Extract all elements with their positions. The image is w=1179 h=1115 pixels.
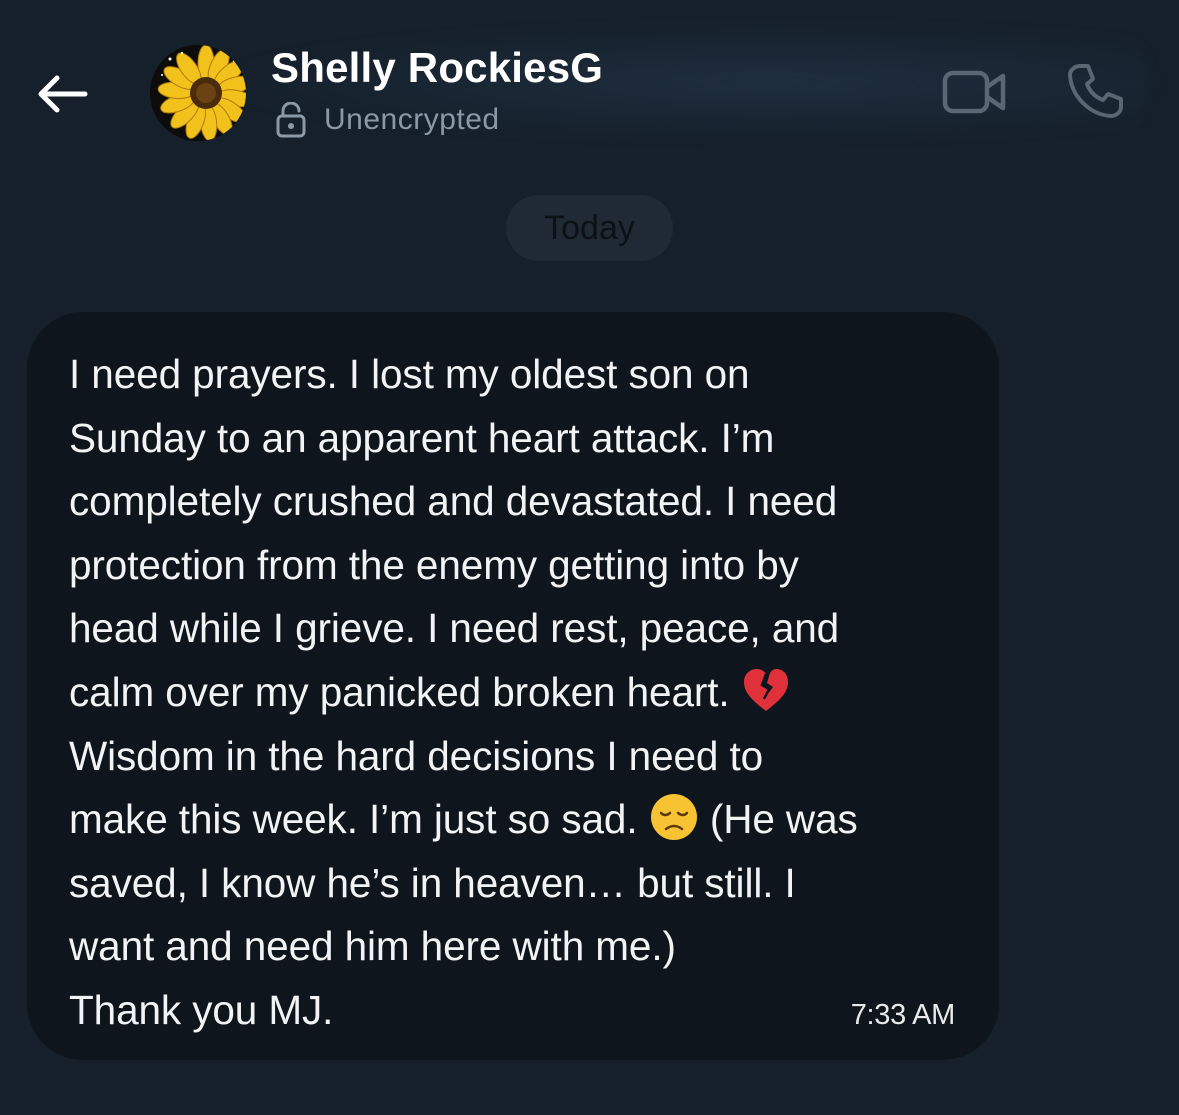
arrow-left-icon	[38, 75, 88, 113]
date-separator: Today	[506, 195, 673, 261]
conversation-header: Shelly RockiesG Unencrypted	[0, 0, 1179, 160]
sunflower-avatar-image	[150, 45, 246, 141]
encryption-status-text: Unencrypted	[324, 103, 500, 136]
phone-icon	[1068, 64, 1123, 118]
back-button[interactable]	[26, 62, 96, 126]
message-timestamp: 7:33 AM	[850, 999, 956, 1031]
avatar[interactable]	[150, 45, 246, 141]
message-bubble[interactable]: I need prayers. I lost my oldest son on …	[27, 312, 999, 1060]
video-call-button[interactable]	[940, 64, 1010, 120]
broken-heart-emoji	[741, 665, 791, 715]
voice-call-button[interactable]	[1062, 58, 1128, 124]
unlocked-padlock-icon	[274, 101, 308, 139]
message-text-part-1: I need prayers. I lost my oldest son on …	[69, 351, 840, 715]
disappointed-face-emoji	[649, 792, 699, 842]
video-camera-icon	[942, 70, 1006, 114]
contact-name[interactable]: Shelly RockiesG	[271, 44, 603, 92]
message-text: I need prayers. I lost my oldest son on …	[69, 343, 959, 1043]
encryption-status: Unencrypted	[274, 100, 500, 140]
